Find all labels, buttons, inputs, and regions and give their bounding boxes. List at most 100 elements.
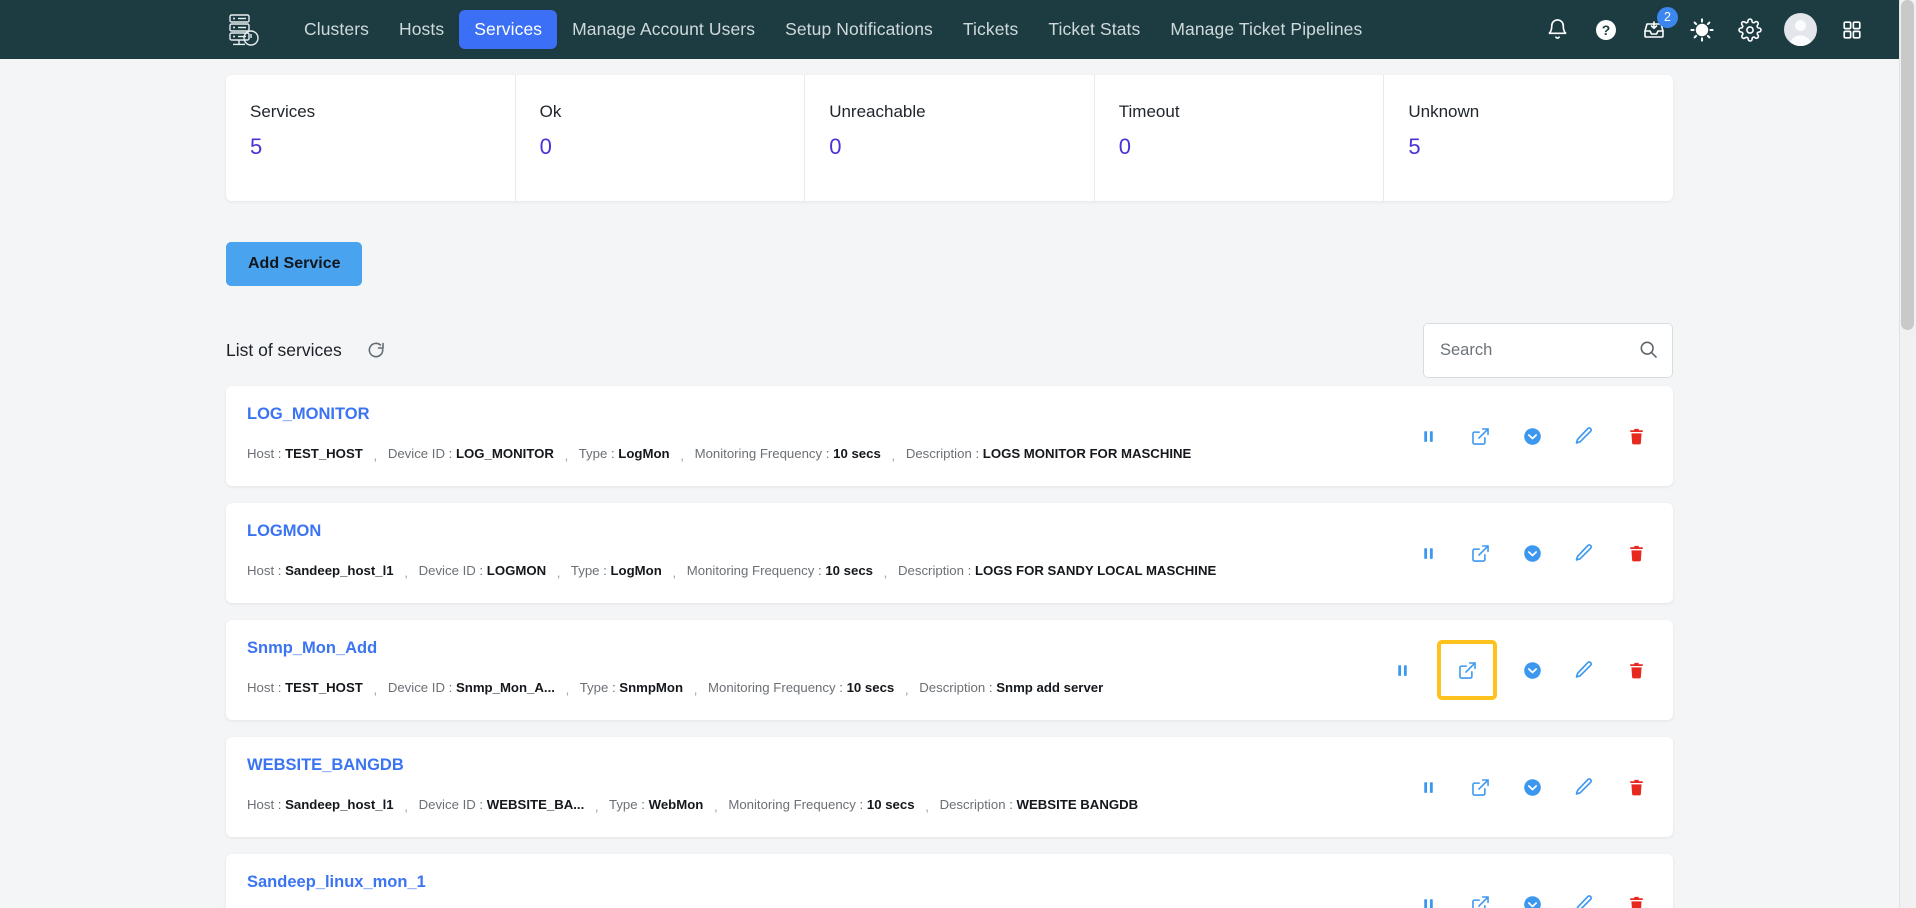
nav-link-manage-ticket-pipelines[interactable]: Manage Ticket Pipelines	[1155, 10, 1377, 49]
delete-trash-icon[interactable]	[1623, 774, 1649, 800]
service-row[interactable]: Sandeep_linux_mon_1	[226, 854, 1673, 908]
nav-link-ticket-stats[interactable]: Ticket Stats	[1033, 10, 1155, 49]
service-name-link[interactable]: Sandeep_linux_mon_1	[247, 872, 1647, 892]
refresh-icon[interactable]	[366, 340, 386, 360]
meta-separator: ,	[925, 799, 929, 814]
stat-value: 5	[1408, 134, 1421, 159]
inbox-download-icon[interactable]: 2	[1640, 7, 1678, 43]
open-external-icon[interactable]	[1467, 891, 1493, 908]
search-icon[interactable]	[1638, 339, 1659, 365]
meta-separator: ,	[373, 682, 378, 697]
pause-icon[interactable]	[1415, 423, 1441, 449]
pause-icon[interactable]	[1415, 540, 1441, 566]
open-external-icon[interactable]	[1437, 640, 1497, 700]
service-actions	[1415, 540, 1649, 566]
service-row[interactable]: LOG_MONITOR Host : TEST_HOST , Device ID…	[226, 386, 1673, 486]
service-name-link[interactable]: LOGMON	[247, 521, 1647, 541]
service-actions	[1415, 423, 1649, 449]
meta-label-type: Type :	[609, 797, 645, 812]
meta-value-host: TEST_HOST	[285, 446, 363, 461]
meta-label-description: Description :	[905, 446, 980, 461]
nav-link-clusters[interactable]: Clusters	[289, 10, 384, 49]
download-circle-icon[interactable]	[1519, 423, 1545, 449]
stat-card-unreachable: Unreachable 0	[805, 75, 1095, 201]
open-external-icon[interactable]	[1467, 540, 1493, 566]
apps-grid-icon[interactable]	[1838, 16, 1865, 43]
meta-value-frequency: 10 secs	[846, 680, 895, 695]
meta-label-host: Host :	[247, 446, 282, 461]
meta-separator: ,	[883, 565, 888, 580]
meta-value-description: WEBSITE BANGDB	[1016, 797, 1139, 812]
stat-label: Timeout	[1118, 102, 1180, 121]
service-actions	[1415, 774, 1649, 800]
vertical-scrollbar[interactable]	[1899, 0, 1916, 908]
edit-pencil-icon[interactable]	[1571, 423, 1597, 449]
nav-link-hosts[interactable]: Hosts	[384, 10, 459, 49]
meta-label-device-id: Device ID :	[418, 563, 484, 578]
edit-pencil-icon[interactable]	[1571, 774, 1597, 800]
service-row[interactable]: LOGMON Host : Sandeep_host_l1 , Device I…	[226, 503, 1673, 603]
nav-link-tickets[interactable]: Tickets	[948, 10, 1033, 49]
dark-mode-toggle-icon[interactable]	[1688, 16, 1715, 43]
add-service-button[interactable]: Add Service	[226, 242, 363, 286]
inbox-badge-count: 2	[1657, 7, 1678, 28]
open-external-icon[interactable]	[1467, 774, 1493, 800]
meta-separator: ,	[556, 565, 561, 580]
service-name-link[interactable]: LOG_MONITOR	[247, 404, 1647, 424]
pause-icon[interactable]	[1415, 891, 1441, 908]
meta-separator: ,	[693, 682, 698, 697]
download-circle-icon[interactable]	[1519, 540, 1545, 566]
nav-link-manage-account-users[interactable]: Manage Account Users	[557, 10, 770, 49]
meta-value-description: Snmp add server	[996, 680, 1104, 695]
meta-value-device-id: Snmp_Mon_A...	[455, 680, 555, 695]
meta-separator: ,	[713, 799, 718, 814]
pause-icon[interactable]	[1415, 774, 1441, 800]
stat-card-unknown: Unknown 5	[1384, 75, 1673, 201]
nav-link-services[interactable]: Services	[459, 10, 558, 49]
service-list: LOG_MONITOR Host : TEST_HOST , Device ID…	[226, 386, 1673, 908]
meta-label-description: Description :	[939, 797, 1013, 812]
meta-separator: ,	[373, 448, 378, 463]
stat-value: 5	[250, 134, 263, 159]
meta-value-frequency: 10 secs	[866, 797, 915, 812]
top-navigation-bar: Clusters Hosts Services Manage Account U…	[0, 0, 1899, 59]
delete-trash-icon[interactable]	[1623, 891, 1649, 908]
meta-separator: ,	[672, 565, 677, 580]
settings-gear-icon[interactable]	[1736, 16, 1763, 43]
meta-label-device-id: Device ID :	[387, 446, 453, 461]
search-box	[1423, 322, 1673, 378]
service-row[interactable]: Snmp_Mon_Add Host : TEST_HOST , Device I…	[226, 620, 1673, 720]
stat-value: 0	[1118, 134, 1132, 159]
meta-label-device-id: Device ID :	[418, 797, 484, 812]
navbar-icon-group: ? 2	[1544, 7, 1875, 46]
download-circle-icon[interactable]	[1519, 657, 1545, 683]
service-name-link[interactable]: WEBSITE_BANGDB	[247, 755, 1647, 775]
meta-value-device-id: LOG_MONITOR	[455, 446, 554, 461]
scrollbar-thumb[interactable]	[1901, 0, 1914, 330]
edit-pencil-icon[interactable]	[1571, 891, 1597, 908]
delete-trash-icon[interactable]	[1623, 657, 1649, 683]
notification-bell-icon[interactable]	[1544, 16, 1571, 43]
delete-trash-icon[interactable]	[1623, 540, 1649, 566]
meta-separator: ,	[404, 565, 408, 580]
meta-value-host: Sandeep_host_l1	[285, 563, 394, 578]
stat-value: 0	[539, 134, 552, 159]
pause-icon[interactable]	[1389, 657, 1415, 683]
download-circle-icon[interactable]	[1519, 774, 1545, 800]
service-row[interactable]: WEBSITE_BANGDB Host : Sandeep_host_l1 , …	[226, 737, 1673, 837]
nav-link-setup-notifications[interactable]: Setup Notifications	[770, 10, 948, 49]
meta-separator: ,	[891, 448, 896, 463]
meta-value-type: WebMon	[648, 797, 704, 812]
meta-separator: ,	[404, 799, 408, 814]
meta-separator: ,	[594, 799, 599, 814]
user-avatar[interactable]	[1784, 13, 1817, 46]
server-monitor-logo-icon[interactable]	[223, 10, 263, 50]
edit-pencil-icon[interactable]	[1571, 657, 1597, 683]
open-external-icon[interactable]	[1467, 423, 1493, 449]
search-input[interactable]	[1423, 322, 1673, 378]
download-circle-icon[interactable]	[1519, 891, 1545, 908]
delete-trash-icon[interactable]	[1623, 423, 1649, 449]
help-circle-icon[interactable]: ?	[1592, 16, 1619, 43]
svg-text:?: ?	[1601, 22, 1610, 38]
edit-pencil-icon[interactable]	[1571, 540, 1597, 566]
